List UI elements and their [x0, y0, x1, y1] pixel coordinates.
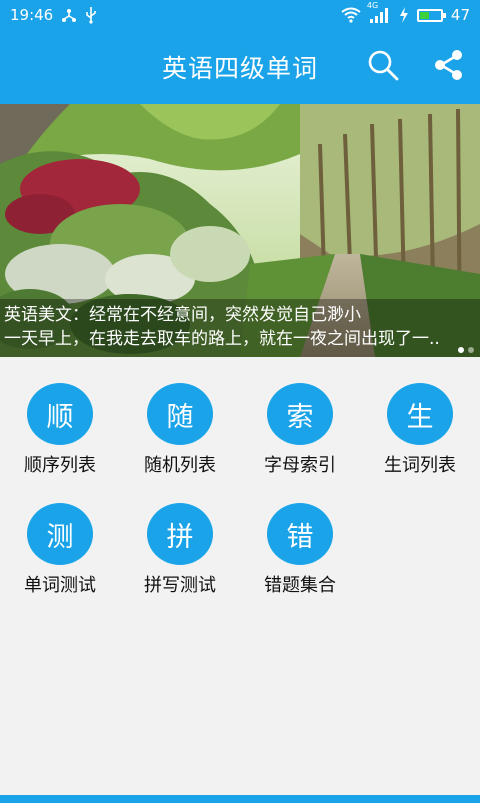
wifi-icon: [341, 7, 361, 23]
charging-icon: [399, 7, 409, 23]
status-right: 4G 47: [341, 1, 470, 24]
battery-percent: 47: [450, 6, 470, 24]
new-words-icon: 生: [387, 383, 453, 445]
alphabet-index-icon: 索: [267, 383, 333, 445]
menu-item-label: 顺序列表: [24, 455, 96, 476]
banner-caption-excerpt: 一天早上，在我走去取车的路上，就在一夜之间出现了一..: [4, 329, 440, 349]
banner-caption-title: 英语美文：经常在不经意间，突然发觉自己渺小: [4, 305, 361, 325]
menu-item-random-list[interactable]: 随 随机列表: [120, 357, 240, 477]
menu-item-word-test[interactable]: 测 单词测试: [0, 477, 120, 597]
banner-carousel[interactable]: 英语美文：经常在不经意间，突然发觉自己渺小 一天早上，在我走去取车的路上，就在一…: [0, 104, 480, 357]
status-time: 19:46: [10, 6, 54, 24]
spelling-test-icon: 拼: [147, 503, 213, 565]
carousel-dot: [468, 347, 474, 353]
banner-caption: 英语美文：经常在不经意间，突然发觉自己渺小 一天早上，在我走去取车的路上，就在一…: [0, 299, 480, 357]
menu-item-label: 随机列表: [144, 455, 216, 476]
carousel-dot: [458, 347, 464, 353]
menu-item-label: 错题集合: [264, 575, 336, 596]
menu-item-sequential-list[interactable]: 顺 顺序列表: [0, 357, 120, 477]
network-type: 4G: [366, 1, 379, 10]
signal-icon: 4G: [367, 1, 391, 23]
app-bar: 英语四级单词: [0, 30, 480, 104]
mistakes-icon: 错: [267, 503, 333, 565]
battery-fill: [419, 11, 430, 19]
menu-item-alphabet-index[interactable]: 索 字母索引: [240, 357, 360, 477]
menu-item-label: 拼写测试: [144, 575, 216, 596]
share-button[interactable]: [430, 49, 466, 85]
app-title: 英语四级单词: [161, 54, 318, 83]
usb-share-icon: [61, 7, 77, 23]
share-icon: [432, 49, 464, 85]
menu-item-mistakes[interactable]: 错 错题集合: [240, 477, 360, 597]
usb-icon: [85, 6, 97, 24]
menu-item-label: 单词测试: [24, 575, 96, 596]
menu-item-label: 字母索引: [264, 455, 336, 476]
menu-item-new-words[interactable]: 生 生词列表: [360, 357, 480, 477]
carousel-indicator: [458, 347, 474, 353]
status-left: 19:46: [10, 6, 97, 24]
word-test-icon: 测: [27, 503, 93, 565]
menu-item-label: 生词列表: [384, 455, 456, 476]
sequential-list-icon: 顺: [27, 383, 93, 445]
search-button[interactable]: [365, 49, 401, 85]
bottom-bar: [0, 795, 480, 803]
random-list-icon: 随: [147, 383, 213, 445]
battery-icon: [416, 8, 446, 22]
menu-item-spelling-test[interactable]: 拼 拼写测试: [120, 477, 240, 597]
status-bar: 19:46 4G 47: [0, 0, 480, 30]
search-icon: [367, 49, 399, 85]
